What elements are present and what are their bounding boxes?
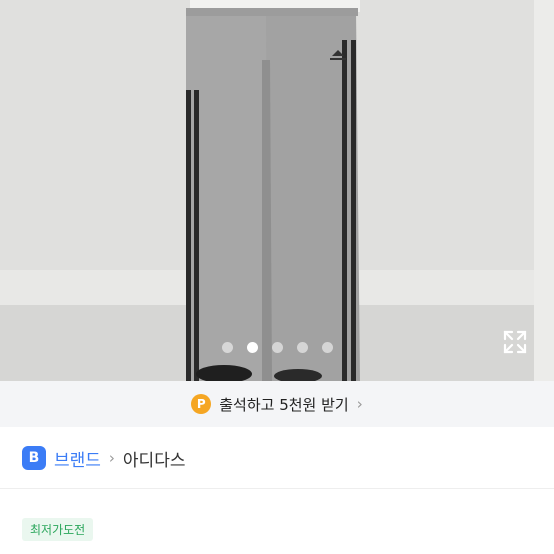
lowest-price-tag: 최저가도전 xyxy=(22,518,94,541)
carousel-dot[interactable] xyxy=(221,342,233,353)
point-icon: P xyxy=(191,394,212,414)
attendance-text: 출석하고 5천원 받기 xyxy=(219,395,349,414)
divider xyxy=(0,488,554,489)
carousel-dot[interactable] xyxy=(296,342,308,353)
brand-link[interactable]: 브랜드 xyxy=(54,446,101,471)
carousel-dot[interactable] xyxy=(321,342,333,353)
carousel-dot-active[interactable] xyxy=(246,342,258,353)
brand-breadcrumb: B 브랜드 › 아디다스 xyxy=(22,443,185,473)
attendance-banner[interactable]: P 출석하고 5천원 받기 › xyxy=(0,381,554,427)
chevron-right-icon: › xyxy=(108,449,115,467)
product-image[interactable] xyxy=(0,0,554,381)
brand-name-link[interactable]: 아디다스 xyxy=(123,446,186,471)
carousel-indicator xyxy=(0,342,554,353)
fullscreen-icon[interactable] xyxy=(502,329,528,355)
brand-icon: B xyxy=(22,446,46,470)
chevron-right-icon: › xyxy=(356,395,363,413)
carousel-dot[interactable] xyxy=(271,342,283,353)
